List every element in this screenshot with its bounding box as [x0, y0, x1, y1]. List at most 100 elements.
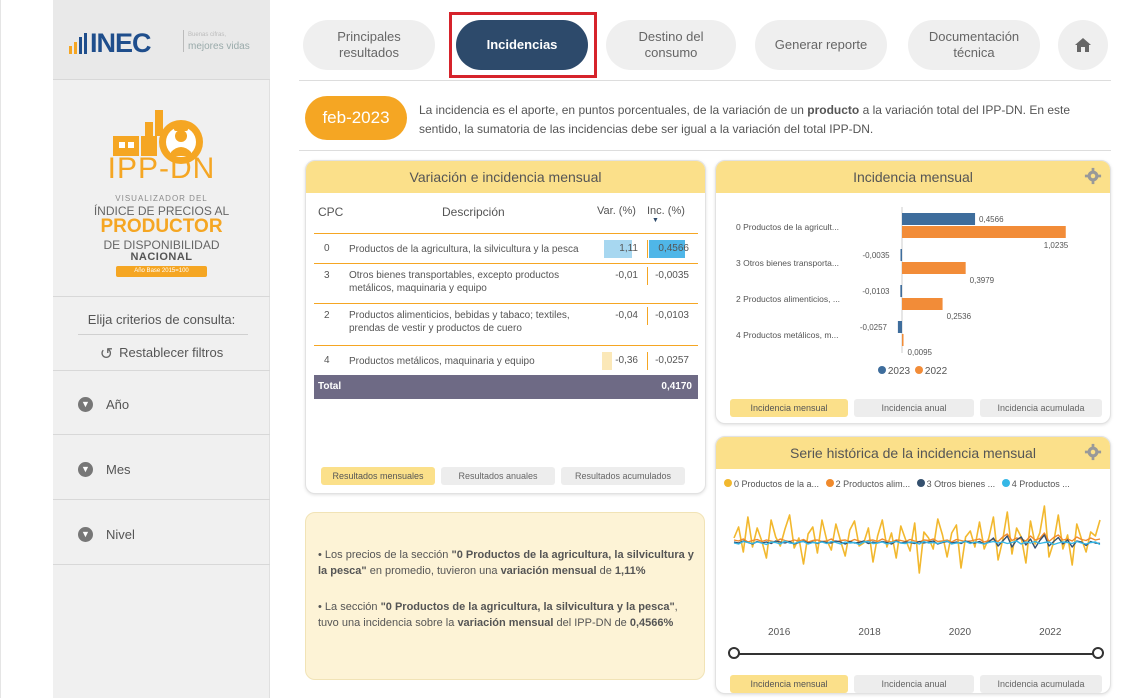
app-frame: INEC Buenas cifras, mejores vidas IPP-DN…	[0, 0, 1133, 698]
filter-year[interactable]: ▼ Año	[53, 371, 270, 435]
cell-inc: -0,0257	[647, 352, 691, 370]
intro-before: La incidencia es el aporte, en puntos po…	[419, 103, 808, 117]
tab-generar-reporte[interactable]: Generar reporte	[755, 20, 887, 70]
table-row[interactable]: 2 Productos alimenticios, bebidas y taba…	[314, 303, 698, 345]
data-label: -0,0103	[862, 287, 890, 296]
brand-name: INEC	[90, 28, 152, 58]
b2-pre: • La sección	[318, 601, 381, 613]
b2-metric: variación mensual	[457, 617, 554, 629]
brand-tagline-bottom: mejores vidas	[188, 41, 250, 52]
filter-level[interactable]: ▼ Nivel	[53, 501, 270, 565]
x-tick-label: 2018	[858, 627, 881, 638]
legend-dot	[1001, 479, 1010, 487]
cell-var: -0,04	[615, 310, 638, 321]
chevron-down-icon: ▼	[78, 527, 93, 542]
x-tick-label: 2016	[768, 627, 791, 638]
bars-icon	[69, 33, 87, 54]
b1-value: 1,11%	[614, 565, 646, 577]
intro-bold: producto	[807, 103, 860, 117]
home-icon	[1075, 38, 1091, 52]
b1-mid: en promedio, tuvieron una	[366, 565, 501, 577]
table-button-group: Resultados mensuales Resultados anuales …	[321, 467, 685, 485]
table-header: CPC Descripción Var. (%) Inc. (%) ▼	[314, 205, 699, 229]
tab-label: Destino del consumo	[638, 29, 704, 60]
date-range-end-handle[interactable]	[1092, 647, 1104, 659]
filter-level-label: Nivel	[106, 527, 135, 542]
summary-bullet-variation: • Los precios de la sección "0 Productos…	[318, 547, 698, 579]
legend-dot	[916, 479, 925, 487]
product-subtitle-1: VISUALIZADOR DEL	[115, 194, 208, 203]
reset-icon: ↺	[99, 346, 114, 363]
category-label: 0 Productos de la agricult...	[736, 222, 839, 232]
product-subtitle-4: DE DISPONIBILIDAD	[103, 238, 220, 252]
cell-cpc: 0	[324, 243, 330, 254]
bar-2023	[900, 285, 902, 297]
legend-dot	[825, 479, 834, 487]
cumulative-results-button[interactable]: Resultados acumulados	[561, 467, 685, 485]
divider	[299, 150, 1111, 151]
data-label: -0,0035	[863, 251, 891, 260]
incidence-cumulative-button[interactable]: Incidencia acumulada	[980, 399, 1102, 417]
chart-legend: 2023 2022	[716, 366, 1109, 377]
tab-destino-consumo[interactable]: Destino del consumo	[606, 20, 736, 70]
cell-desc: Otros bienes transportables, excepto pro…	[349, 270, 560, 294]
tab-documentacion-tecnica[interactable]: Documentación técnica	[908, 20, 1040, 70]
tab-label: Principales resultados	[337, 29, 401, 60]
b2-value: 0,4566%	[629, 617, 674, 629]
reset-filters-label: Restablecer filtros	[119, 345, 224, 360]
legend-2023: 2023	[887, 366, 911, 377]
panel-title: Serie histórica de la incidencia mensual	[790, 445, 1036, 461]
incidence-annual-button[interactable]: Incidencia anual	[854, 399, 974, 417]
series-cumulative-button[interactable]: Incidencia acumulada	[980, 675, 1102, 693]
table-row[interactable]: 4 Productos metálicos, maquinaria y equi…	[314, 345, 698, 375]
date-range-start-handle[interactable]	[728, 647, 740, 659]
incidence-button-group: Incidencia mensual Incidencia anual Inci…	[730, 399, 1102, 417]
gear-icon[interactable]	[1084, 443, 1102, 461]
filter-year-label: Año	[106, 397, 130, 412]
data-label: 1,0235	[1044, 241, 1069, 250]
tab-principales-resultados[interactable]: Principales resultados	[303, 20, 435, 70]
bar-2022	[902, 334, 904, 346]
sidebar: INEC Buenas cifras, mejores vidas IPP-DN…	[53, 0, 270, 698]
tab-label: Documentación técnica	[928, 29, 1020, 60]
data-label: -0,0257	[860, 323, 888, 332]
table-row[interactable]: 0 Productos de la agricultura, la silvic…	[314, 233, 698, 263]
b1-post: de	[596, 565, 615, 577]
bar-2023	[900, 249, 902, 261]
variation-table-panel: Variación e incidencia mensual CPC Descr…	[305, 160, 706, 494]
legend-dot-2023	[877, 366, 886, 374]
bar-2022	[902, 298, 943, 310]
series-annual-button[interactable]: Incidencia anual	[854, 675, 974, 693]
date-range-slider-track[interactable]	[736, 653, 1096, 655]
cell-inc: 0,4566	[647, 240, 691, 258]
sort-desc-icon[interactable]: ▼	[652, 217, 659, 224]
cell-var: -0,36	[615, 355, 638, 366]
reset-filters-button[interactable]: ↺ Restablecer filtros	[53, 344, 270, 364]
period-badge: feb-2023	[305, 96, 407, 140]
monthly-results-button[interactable]: Resultados mensuales	[321, 467, 435, 485]
col-inc: Inc. (%)	[647, 205, 685, 217]
product-subtitle-5: NACIONAL	[130, 251, 193, 263]
data-label: 0,3979	[970, 276, 995, 285]
col-cpc: CPC	[318, 205, 344, 219]
table-row[interactable]: 3 Otros bienes transportables, excepto p…	[314, 263, 698, 303]
b2-post: del IPP-DN de	[553, 617, 630, 629]
annual-results-button[interactable]: Resultados anuales	[441, 467, 555, 485]
active-tab-highlight	[449, 12, 597, 78]
divider	[53, 296, 270, 297]
col-var: Var. (%)	[597, 205, 636, 217]
divider	[78, 334, 248, 335]
summary-bullet-incidence: • La sección "0 Productos de la agricult…	[318, 599, 698, 631]
gear-icon[interactable]	[1084, 167, 1102, 185]
series-monthly-button[interactable]: Incidencia mensual	[730, 675, 848, 693]
filter-month[interactable]: ▼ Mes	[53, 436, 270, 500]
incidence-monthly-button[interactable]: Incidencia mensual	[730, 399, 848, 417]
historical-series-panel: Serie histórica de la incidencia mensual…	[715, 436, 1111, 694]
home-button[interactable]	[1058, 20, 1108, 70]
cell-var: 1,11	[619, 243, 638, 254]
data-label: 0,4566	[979, 215, 1004, 224]
logo-bar: INEC Buenas cifras, mejores vidas	[53, 0, 270, 80]
bar-2023	[902, 213, 976, 225]
legend-item: 2 Productos alim...	[835, 479, 911, 489]
b1-metric: variación mensual	[500, 565, 597, 577]
